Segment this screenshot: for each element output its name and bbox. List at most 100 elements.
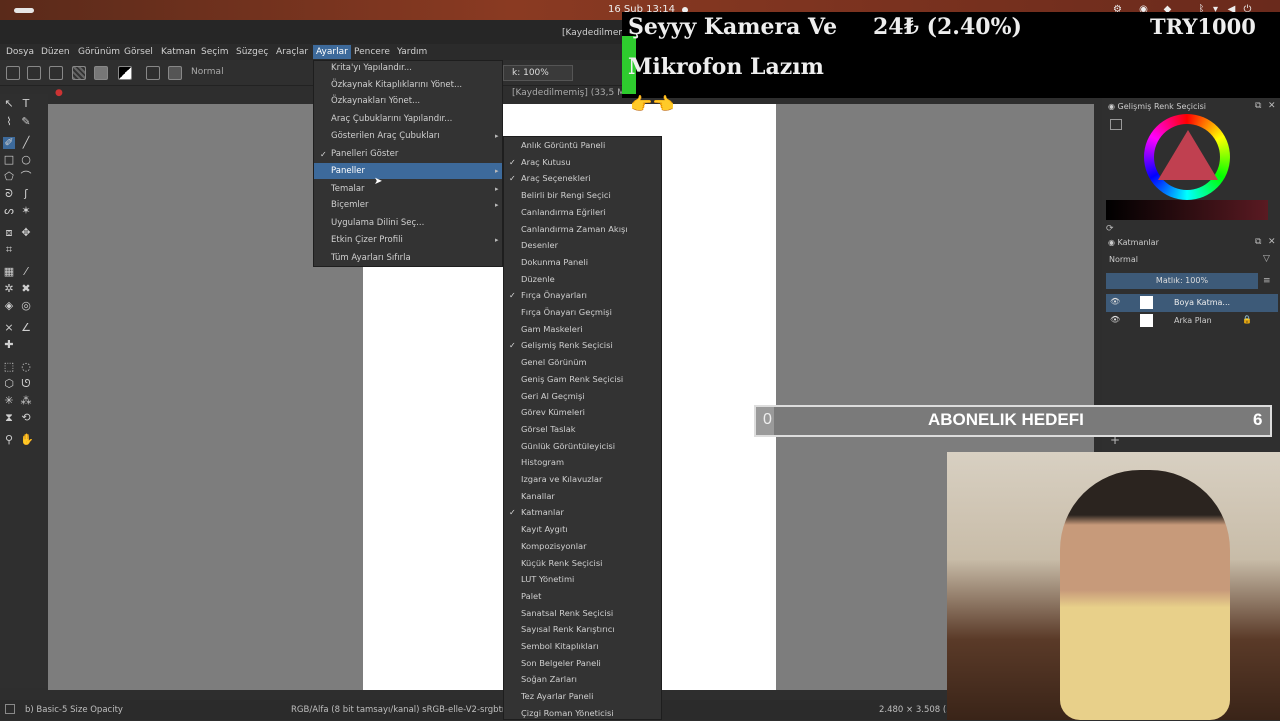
panel-menu-item[interactable]: LUT Yönetimi (521, 571, 574, 587)
transform-tool-icon[interactable]: ⧈ (3, 227, 15, 239)
opacity-field[interactable]: k: 100% (503, 65, 573, 81)
refresh-icon[interactable]: ⟳ (1106, 224, 1114, 234)
enclose-fill-tool-icon[interactable]: ◎ (20, 300, 32, 312)
panel-menu-item[interactable]: Sanatsal Renk Seçicisi (521, 605, 613, 621)
smart-patch-tool-icon[interactable]: ✖ (20, 283, 32, 295)
menu-suzgec[interactable]: Süzgeç (236, 47, 268, 57)
dock-float-icon[interactable]: ⧉ (1255, 101, 1261, 111)
fill-tool-icon[interactable]: ◈ (3, 300, 15, 312)
panel-menu-item[interactable]: Palet (521, 588, 541, 604)
crop-tool-icon[interactable]: ⌗ (3, 244, 15, 256)
fg-bg-color-icon[interactable] (118, 66, 132, 80)
menu-ayarlar[interactable]: Ayarlar (313, 45, 351, 59)
panel-menu-item[interactable]: Geri Al Geçmişi (521, 388, 585, 404)
panel-menu-item[interactable]: Araç Kutusu (521, 154, 571, 170)
reference-tool-icon[interactable]: ✚ (3, 339, 15, 351)
panel-menu-item[interactable]: Canlandırma Eğrileri (521, 204, 606, 220)
layer-row[interactable]: 👁 Arka Plan 🔒 (1106, 312, 1278, 330)
panel-menu-item[interactable]: Belirli bir Rengi Seçici (521, 187, 611, 203)
polyline-tool-icon[interactable]: ⌒ (20, 171, 32, 183)
multibrush-tool-icon[interactable]: ✶ (20, 205, 32, 217)
color-space-status[interactable]: RGB/Alfa (8 bit tamsayı/kanal) sRGB-elle… (291, 705, 510, 715)
polygon-select-tool-icon[interactable]: ⬡ (3, 378, 15, 390)
layers-menu-icon[interactable]: ≡ (1263, 276, 1271, 286)
menu-gorsel[interactable]: Görsel (124, 47, 153, 57)
menu-katman[interactable]: Katman (161, 47, 196, 57)
gradient-icon[interactable] (94, 66, 108, 80)
text-tool-icon[interactable]: T (20, 98, 32, 110)
layer-blend-mode-select[interactable]: Normal (1109, 255, 1138, 264)
move-tool-icon[interactable]: ✥ (20, 227, 32, 239)
ellipse-select-tool-icon[interactable]: ◌ (20, 361, 32, 373)
freehand-select-tool-icon[interactable]: ᘎ (20, 378, 32, 390)
brush-tool-icon[interactable]: ✐ (3, 137, 15, 149)
panel-menu-item[interactable]: Katmanlar (521, 504, 564, 520)
panel-menu-item[interactable]: Histogram (521, 454, 564, 470)
bezier-tool-icon[interactable]: ᘐ (3, 188, 15, 200)
contiguous-select-tool-icon[interactable]: ✳ (3, 395, 15, 407)
save-icon[interactable] (49, 66, 63, 80)
blend-mode-select[interactable]: Normal (191, 67, 224, 77)
settings-menu-item[interactable]: Paneller (331, 163, 365, 179)
panel-menu-item[interactable]: Görsel Taslak (521, 421, 576, 437)
settings-menu-item[interactable]: Temalar (331, 181, 365, 197)
settings-menu-item[interactable]: Gösterilen Araç Çubukları (331, 128, 440, 144)
lock-icon[interactable]: 🔒 (1242, 315, 1252, 324)
panel-menu-item[interactable]: Küçük Renk Seçicisi (521, 555, 602, 571)
menu-yardim[interactable]: Yardım (397, 47, 427, 57)
dock-close-icon[interactable]: ✕ (1268, 101, 1276, 111)
selection-status-icon[interactable] (5, 704, 15, 714)
bezier-select-tool-icon[interactable]: ⧗ (3, 412, 15, 424)
settings-menu-item[interactable]: Biçemler (331, 197, 368, 213)
similar-select-tool-icon[interactable]: ⁂ (20, 395, 32, 407)
panel-menu-item[interactable]: Günlük Görüntüleyicisi (521, 438, 615, 454)
panel-menu-item[interactable]: Kayıt Aygıtı (521, 521, 568, 537)
dynamic-brush-tool-icon[interactable]: ᔕ (3, 205, 15, 217)
brush-settings-icon[interactable] (146, 66, 160, 80)
polygon-tool-icon[interactable]: ⬠ (3, 171, 15, 183)
activities-pill[interactable] (14, 8, 34, 13)
settings-menu-item[interactable]: Panelleri Göster (331, 146, 398, 162)
panel-menu-item[interactable]: Gelişmiş Renk Seçicisi (521, 337, 613, 353)
panel-menu-item[interactable]: Tez Ayarlar Paneli (521, 688, 593, 704)
select-shape-tool-icon[interactable]: ↖ (3, 98, 15, 110)
settings-menu-item[interactable]: Özkaynak Kitaplıklarını Yönet... (331, 77, 462, 93)
panel-menu-item[interactable]: Geniş Gam Renk Seçicisi (521, 371, 623, 387)
magnetic-select-tool-icon[interactable]: ⟲ (20, 412, 32, 424)
color-triangle[interactable] (1158, 130, 1218, 180)
panel-menu-item[interactable]: Düzenle (521, 271, 555, 287)
menu-secim[interactable]: Seçim (201, 47, 228, 57)
new-file-icon[interactable] (6, 66, 20, 80)
settings-menu-item[interactable]: Etkin Çizer Profili (331, 232, 403, 248)
filter-icon[interactable]: ▽ (1263, 254, 1270, 264)
gradient-tool-icon[interactable]: ▦ (3, 266, 15, 278)
zoom-tool-icon[interactable]: ⚲ (3, 434, 15, 446)
color-picker-tool-icon[interactable]: ⁄ (20, 266, 32, 278)
layers-close-icon[interactable]: ✕ (1268, 237, 1276, 247)
panel-menu-item[interactable]: Sayısal Renk Karıştırıcı (521, 621, 615, 637)
panel-menu-item[interactable]: Canlandırma Zaman Akışı (521, 221, 628, 237)
settings-menu-item[interactable]: Krita'yı Yapılandır... (331, 60, 412, 76)
panel-menu-item[interactable]: Dokunma Paneli (521, 254, 588, 270)
panel-menu-item[interactable]: Fırça Önayarı Geçmişi (521, 304, 612, 320)
edit-shape-tool-icon[interactable]: ⌇ (3, 116, 15, 128)
panel-menu-item[interactable]: Son Belgeler Paneli (521, 655, 601, 671)
menu-duzen[interactable]: Düzen (41, 47, 70, 57)
assistant-tool-icon[interactable]: ⨯ (3, 322, 15, 334)
menu-dosya[interactable]: Dosya (6, 47, 34, 57)
measure-tool-icon[interactable]: ∠ (20, 322, 32, 334)
freehand-path-tool-icon[interactable]: ʃ (20, 188, 32, 200)
layer-name[interactable]: Arka Plan (1174, 316, 1212, 325)
settings-menu-item[interactable]: Özkaynakları Yönet... (331, 93, 420, 109)
open-file-icon[interactable] (27, 66, 41, 80)
color-settings-icon[interactable] (1110, 119, 1122, 130)
layers-float-icon[interactable]: ⧉ (1255, 237, 1261, 247)
panel-menu-item[interactable]: Görev Kümeleri (521, 404, 585, 420)
panel-menu-item[interactable]: Fırça Önayarları (521, 287, 587, 303)
document-tab[interactable]: [Kaydedilmemiş] (33,5 MiB) (512, 88, 637, 98)
panel-menu-item[interactable]: Anlık Görüntü Paneli (521, 137, 605, 153)
visibility-eye-icon[interactable]: 👁 (1110, 297, 1120, 306)
brush-preset-icon[interactable] (168, 66, 182, 80)
rectangle-tool-icon[interactable]: □ (3, 154, 15, 166)
panel-menu-item[interactable]: Genel Görünüm (521, 354, 587, 370)
